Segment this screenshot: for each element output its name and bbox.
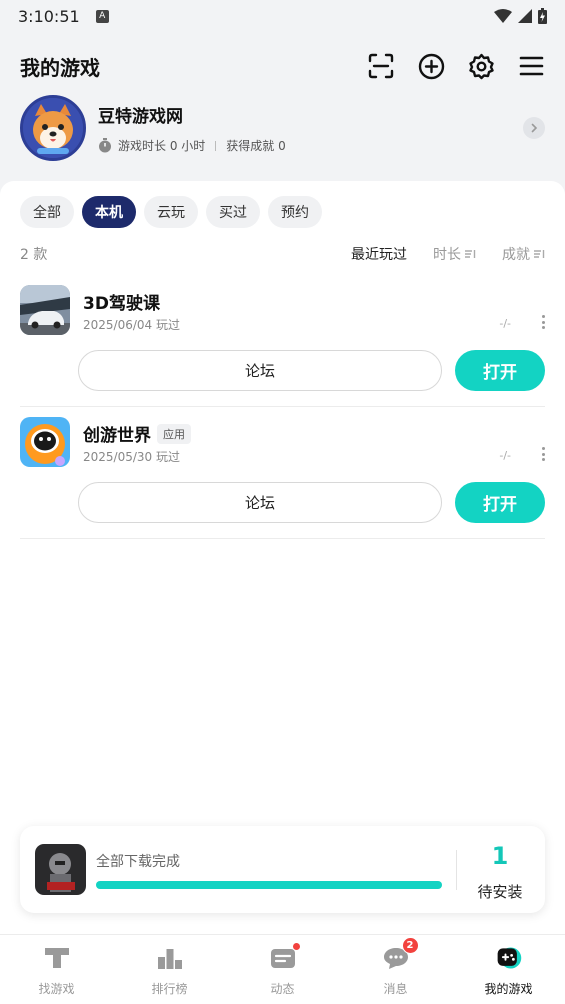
dog-avatar-icon bbox=[23, 98, 83, 158]
open-button[interactable]: 打开 bbox=[455, 482, 545, 523]
scan-icon bbox=[368, 53, 394, 79]
notification-dot bbox=[291, 942, 301, 951]
wifi-icon bbox=[494, 9, 512, 23]
feed-icon bbox=[270, 949, 295, 968]
game-rating: -/- bbox=[499, 449, 511, 462]
battery-icon bbox=[538, 8, 547, 24]
add-button[interactable] bbox=[417, 52, 445, 80]
game-icon-driving[interactable] bbox=[20, 285, 70, 335]
nav-label: 排行榜 bbox=[151, 982, 188, 996]
list-header: 2 款 最近玩过 时长 成就 bbox=[20, 243, 545, 265]
download-status-card[interactable]: 全部下载完成 1 待安装 bbox=[20, 826, 545, 913]
list-item: 3D驾驶课 2025/06/04 玩过 -/- 论坛 打开 bbox=[20, 285, 545, 407]
gear-icon bbox=[468, 53, 494, 79]
divider bbox=[456, 850, 457, 890]
nav-label: 我的游戏 bbox=[484, 982, 533, 996]
signal-icon bbox=[518, 9, 532, 23]
achievements: 获得成就 0 bbox=[226, 139, 286, 153]
divider bbox=[215, 140, 217, 151]
warrior-icon bbox=[35, 844, 86, 895]
avatar[interactable] bbox=[20, 95, 86, 161]
stopwatch-icon bbox=[99, 138, 111, 153]
sort-duration-label: 时长 bbox=[433, 247, 461, 263]
orange-character-icon bbox=[20, 417, 70, 467]
sort-achievement[interactable]: 成就 bbox=[502, 244, 545, 264]
game-title: 3D驾驶课 bbox=[83, 289, 160, 314]
nav-ranking[interactable]: 排行榜 bbox=[113, 935, 226, 1004]
nav-label: 找游戏 bbox=[38, 982, 75, 996]
find-game-icon bbox=[44, 948, 69, 968]
my-games-icon bbox=[497, 947, 521, 969]
chevron-right-icon bbox=[531, 123, 538, 133]
scan-button[interactable] bbox=[367, 52, 395, 80]
last-played: 2025/05/30 玩过 bbox=[83, 450, 180, 464]
nav-label: 消息 bbox=[383, 982, 408, 996]
status-bar: 3:10:51 A bbox=[0, 0, 565, 32]
forum-button[interactable]: 论坛 bbox=[78, 350, 442, 391]
menu-button[interactable] bbox=[517, 52, 545, 80]
nav-find-game[interactable]: 找游戏 bbox=[0, 935, 113, 1004]
tab-all[interactable]: 全部 bbox=[20, 196, 74, 228]
app-tag: 应用 bbox=[157, 423, 191, 444]
sort-duration[interactable]: 时长 bbox=[433, 244, 476, 264]
list-item: 创游世界 应用 2025/05/30 玩过 -/- 论坛 打开 bbox=[20, 417, 545, 539]
tab-purchased[interactable]: 买过 bbox=[206, 196, 260, 228]
game-title: 创游世界 应用 bbox=[83, 421, 191, 446]
profile-card[interactable]: 豆特游戏网 游戏时长 0 小时 获得成就 0 bbox=[20, 95, 545, 161]
profile-name: 豆特游戏网 bbox=[98, 107, 183, 127]
sort-icon bbox=[465, 250, 476, 258]
tab-local[interactable]: 本机 bbox=[82, 196, 136, 228]
accessibility-icon: A bbox=[95, 9, 109, 23]
forum-button[interactable]: 论坛 bbox=[78, 482, 442, 523]
car-icon bbox=[20, 285, 70, 335]
download-progress-fill bbox=[96, 881, 442, 889]
settings-button[interactable] bbox=[467, 52, 495, 80]
plus-circle-icon bbox=[418, 53, 444, 79]
status-time: 3:10:51 bbox=[18, 6, 80, 26]
pending-install-count: 1 bbox=[491, 842, 509, 870]
nav-label: 动态 bbox=[270, 982, 295, 996]
game-rating: -/- bbox=[499, 317, 511, 330]
game-name: 3D驾驶课 bbox=[83, 294, 160, 314]
nav-feed[interactable]: 动态 bbox=[226, 935, 339, 1004]
more-options-button[interactable] bbox=[541, 315, 545, 329]
top-bar: 我的游戏 bbox=[0, 44, 565, 88]
download-progress-bar bbox=[96, 881, 442, 889]
page-title: 我的游戏 bbox=[20, 55, 100, 80]
play-time: 游戏时长 0 小时 bbox=[118, 139, 206, 153]
nav-my-games[interactable]: 我的游戏 bbox=[452, 935, 565, 1004]
nav-messages[interactable]: 2 消息 bbox=[339, 935, 452, 1004]
tab-reserved[interactable]: 预约 bbox=[268, 196, 322, 228]
open-button[interactable]: 打开 bbox=[455, 350, 545, 391]
profile-chevron-button[interactable] bbox=[523, 117, 545, 139]
bottom-nav: 找游戏 排行榜 动态 2 消息 我的游戏 bbox=[0, 934, 565, 1004]
game-icon-world[interactable] bbox=[20, 417, 70, 467]
message-badge: 2 bbox=[401, 937, 419, 954]
last-played: 2025/06/04 玩过 bbox=[83, 318, 180, 332]
hamburger-menu-icon bbox=[519, 56, 543, 76]
more-options-button[interactable] bbox=[541, 447, 545, 461]
game-count: 2 款 bbox=[20, 247, 48, 263]
download-status-text: 全部下载完成 bbox=[96, 854, 180, 870]
sort-achievement-label: 成就 bbox=[502, 247, 530, 263]
game-name: 创游世界 bbox=[83, 426, 151, 446]
ranking-icon bbox=[157, 949, 182, 969]
filter-tabs: 全部 本机 云玩 买过 预约 bbox=[20, 196, 322, 228]
download-game-icon bbox=[35, 844, 86, 895]
sort-icon bbox=[534, 250, 545, 258]
tab-cloud[interactable]: 云玩 bbox=[144, 196, 198, 228]
sort-recent[interactable]: 最近玩过 bbox=[351, 244, 407, 264]
pending-install-label: 待安装 bbox=[477, 883, 523, 901]
